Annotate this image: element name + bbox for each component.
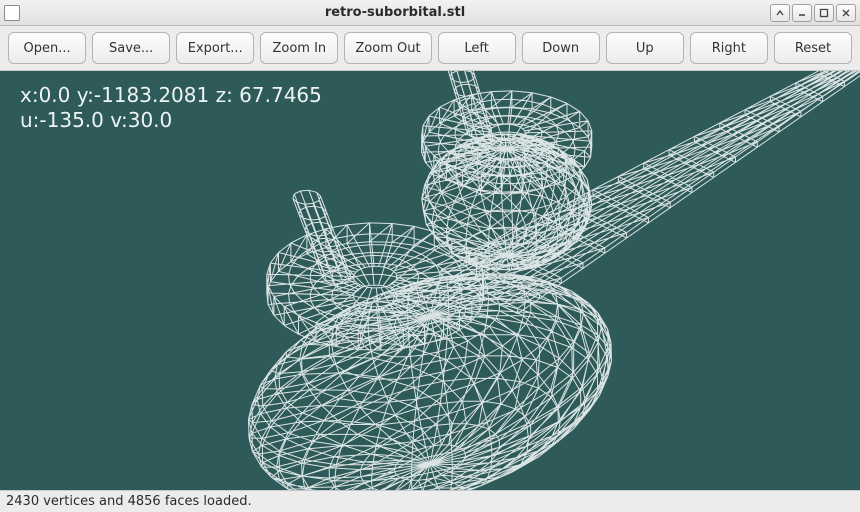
down-button[interactable]: Down (522, 32, 600, 64)
overlay-line-1: x:0.0 y:-1183.2081 z: 67.7465 (20, 83, 322, 107)
reset-button[interactable]: Reset (774, 32, 852, 64)
window-title: retro-suborbital.stl (26, 5, 764, 20)
right-button[interactable]: Right (690, 32, 768, 64)
toolbar: Open... Save... Export... Zoom In Zoom O… (0, 26, 860, 71)
up-button[interactable]: Up (606, 32, 684, 64)
open-button[interactable]: Open... (8, 32, 86, 64)
export-button[interactable]: Export... (176, 32, 254, 64)
left-button[interactable]: Left (438, 32, 516, 64)
zoom-out-button[interactable]: Zoom Out (344, 32, 431, 64)
window-controls (770, 4, 856, 22)
camera-overlay: x:0.0 y:-1183.2081 z: 67.7465 u:-135.0 v… (20, 83, 322, 133)
wireframe-mesh (0, 71, 860, 490)
status-bar: 2430 vertices and 4856 faces loaded. (0, 490, 860, 512)
maximize-button[interactable] (814, 4, 834, 22)
close-button[interactable] (836, 4, 856, 22)
save-button[interactable]: Save... (92, 32, 170, 64)
status-text: 2430 vertices and 4856 faces loaded. (6, 494, 252, 509)
viewport-3d[interactable]: x:0.0 y:-1183.2081 z: 67.7465 u:-135.0 v… (0, 71, 860, 490)
rollup-button[interactable] (770, 4, 790, 22)
app-icon (4, 5, 20, 21)
zoom-in-button[interactable]: Zoom In (260, 32, 338, 64)
overlay-line-2: u:-135.0 v:30.0 (20, 108, 172, 132)
minimize-button[interactable] (792, 4, 812, 22)
window-titlebar: retro-suborbital.stl (0, 0, 860, 26)
